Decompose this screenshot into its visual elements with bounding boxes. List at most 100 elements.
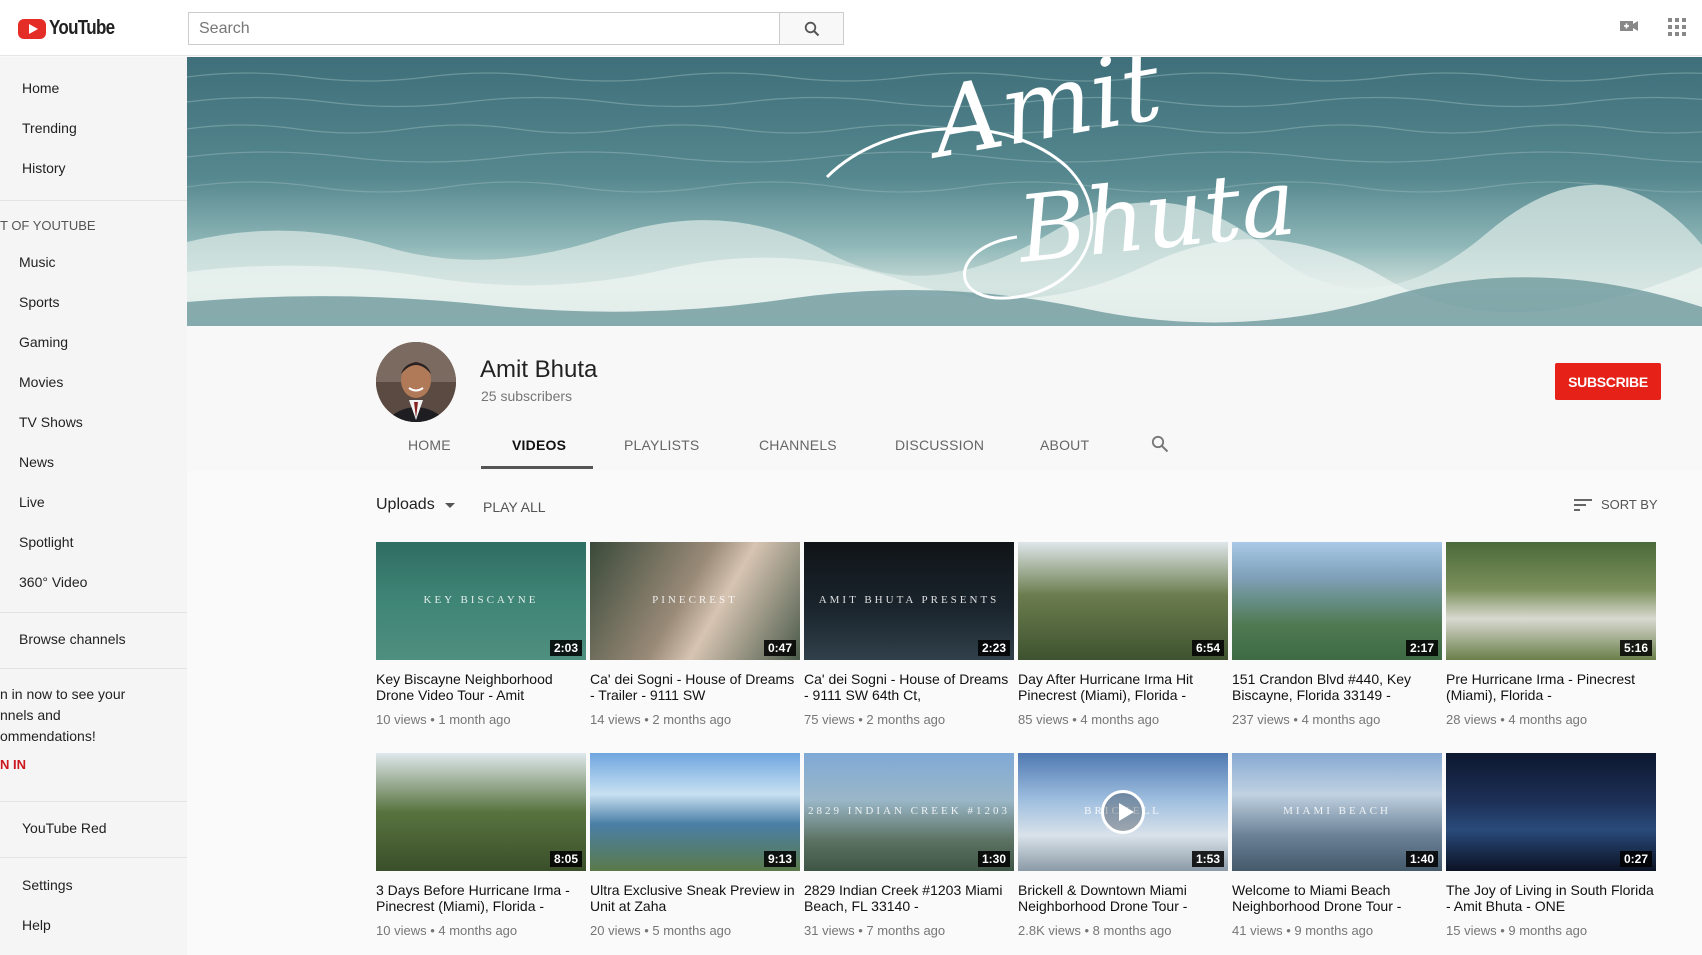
meta-separator: • bbox=[426, 712, 439, 727]
sidebar-item-youtube-red[interactable]: YouTube Red bbox=[22, 820, 107, 836]
video-meta: 237 views • 4 months ago bbox=[1232, 712, 1442, 727]
video-card[interactable]: PINECREST 0:47 Ca' dei Sogni - House of Dr… bbox=[590, 542, 800, 727]
tab-channels[interactable]: CHANNELS bbox=[759, 437, 837, 453]
video-title[interactable]: Ca' dei Sogni - House of Dreams - 9111 S… bbox=[804, 671, 1014, 703]
video-card[interactable]: BRICKELL 1:53 Brickell & Downtown Miami Ne… bbox=[1018, 753, 1228, 938]
view-count: 10 views bbox=[376, 923, 427, 938]
sidebar-item-360-video[interactable]: 360° Video bbox=[19, 574, 87, 590]
uploads-label: Uploads bbox=[376, 496, 435, 513]
video-thumbnail[interactable]: AMIT BHUTA PRESENTS 2:23 bbox=[804, 542, 1014, 660]
video-title[interactable]: The Joy of Living in South Florida - Ami… bbox=[1446, 882, 1656, 914]
view-count: 14 views bbox=[590, 712, 641, 727]
video-card[interactable]: 5:16 Pre Hurricane Irma - Pinecrest (Miam… bbox=[1446, 542, 1656, 727]
video-thumbnail[interactable]: KEY BISCAYNE 2:03 bbox=[376, 542, 586, 660]
video-duration: 0:47 bbox=[763, 640, 796, 656]
video-title[interactable]: Pre Hurricane Irma - Pinecrest (Miami), … bbox=[1446, 671, 1656, 703]
tab-about[interactable]: ABOUT bbox=[1040, 437, 1089, 453]
video-thumbnail[interactable]: MIAMI BEACH 1:40 bbox=[1232, 753, 1442, 871]
signin-link[interactable]: N IN bbox=[0, 757, 26, 772]
video-title[interactable]: Ultra Exclusive Sneak Preview in Unit at… bbox=[590, 882, 800, 914]
video-title[interactable]: Ca' dei Sogni - House of Dreams - Traile… bbox=[590, 671, 800, 703]
video-card[interactable]: 2:17 151 Crandon Blvd #440, Key Biscayne,… bbox=[1232, 542, 1442, 727]
sidebar-divider bbox=[0, 801, 187, 802]
sidebar-item-trending[interactable]: Trending bbox=[22, 120, 77, 136]
video-title[interactable]: Welcome to Miami Beach Neighborhood Dron… bbox=[1232, 882, 1442, 914]
avatar-portrait-icon bbox=[376, 342, 456, 422]
sidebar-item-music[interactable]: Music bbox=[19, 254, 56, 270]
sidebar-item-history[interactable]: History bbox=[22, 160, 66, 176]
video-meta: 41 views • 9 months ago bbox=[1232, 923, 1442, 938]
video-thumbnail[interactable]: 9:13 bbox=[590, 753, 800, 871]
video-card[interactable]: 9:13 Ultra Exclusive Sneak Preview in Uni… bbox=[590, 753, 800, 938]
video-title[interactable]: 2829 Indian Creek #1203 Miami Beach, FL … bbox=[804, 882, 1014, 914]
video-thumbnail[interactable]: 0:27 bbox=[1446, 753, 1656, 871]
meta-separator: • bbox=[640, 712, 653, 727]
sidebar-item-tv-shows[interactable]: TV Shows bbox=[19, 414, 83, 430]
youtube-logo[interactable]: YouTube bbox=[18, 17, 126, 40]
channel-avatar[interactable] bbox=[376, 342, 456, 422]
video-card[interactable]: MIAMI BEACH 1:40 Welcome to Miami Beach Ne… bbox=[1232, 753, 1442, 938]
upload-video-icon[interactable] bbox=[1619, 18, 1639, 39]
sidebar-item-sports[interactable]: Sports bbox=[19, 294, 59, 310]
uploads-dropdown[interactable]: Uploads bbox=[376, 496, 455, 514]
video-thumbnail[interactable]: PINECREST 0:47 bbox=[590, 542, 800, 660]
channel-banner: Amit Bhuta bbox=[187, 57, 1702, 326]
sidebar-item-settings[interactable]: Settings bbox=[22, 877, 73, 893]
upload-age: 9 months ago bbox=[1294, 923, 1374, 938]
dropdown-caret-icon bbox=[444, 502, 455, 508]
video-title[interactable]: 3 Days Before Hurricane Irma - Pinecrest… bbox=[376, 882, 586, 914]
meta-separator: • bbox=[1282, 923, 1295, 938]
video-thumbnail[interactable]: 5:16 bbox=[1446, 542, 1656, 660]
video-title[interactable]: Day After Hurricane Irma Hit Pinecrest (… bbox=[1018, 671, 1228, 703]
signin-prompt-line: n in now to see your bbox=[0, 686, 126, 702]
tab-videos[interactable]: VIDEOS bbox=[512, 437, 566, 453]
meta-separator: • bbox=[1496, 712, 1509, 727]
upload-age: 8 months ago bbox=[1092, 923, 1172, 938]
video-title[interactable]: Brickell & Downtown Miami Neighborhood D… bbox=[1018, 882, 1228, 914]
upload-age: 2 months ago bbox=[652, 712, 732, 727]
tab-home[interactable]: HOME bbox=[408, 437, 451, 453]
meta-separator: • bbox=[854, 923, 867, 938]
video-thumbnail[interactable]: 2:17 bbox=[1232, 542, 1442, 660]
video-duration: 2:17 bbox=[1405, 640, 1438, 656]
logo-wordmark: YouTube bbox=[49, 17, 115, 39]
video-card[interactable]: AMIT BHUTA PRESENTS 2:23 Ca' dei Sogni - H… bbox=[804, 542, 1014, 727]
video-thumbnail[interactable]: 8:05 bbox=[376, 753, 586, 871]
video-title[interactable]: 151 Crandon Blvd #440, Key Biscayne, Flo… bbox=[1232, 671, 1442, 703]
video-duration: 5:16 bbox=[1619, 640, 1652, 656]
video-thumbnail[interactable]: BRICKELL 1:53 bbox=[1018, 753, 1228, 871]
search-button[interactable] bbox=[779, 13, 843, 44]
sidebar-item-home[interactable]: Home bbox=[22, 80, 59, 96]
sidebar-item-news[interactable]: News bbox=[19, 454, 54, 470]
view-count: 75 views bbox=[804, 712, 855, 727]
sidebar-divider bbox=[0, 200, 187, 201]
video-card[interactable]: 8:05 3 Days Before Hurricane Irma - Pinec… bbox=[376, 753, 586, 938]
video-card[interactable]: 2829 INDIAN CREEK #1203 1:30 2829 Indian C… bbox=[804, 753, 1014, 938]
video-duration: 9:13 bbox=[763, 851, 796, 867]
sidebar-item-movies[interactable]: Movies bbox=[19, 374, 63, 390]
sort-by-button[interactable]: SORT BY bbox=[1574, 497, 1658, 512]
channel-search-icon[interactable] bbox=[1151, 435, 1169, 458]
sidebar-item-browse-channels[interactable]: Browse channels bbox=[19, 631, 126, 647]
video-card[interactable]: KEY BISCAYNE 2:03 Key Biscayne Neighborhoo… bbox=[376, 542, 586, 727]
tab-playlists[interactable]: PLAYLISTS bbox=[624, 437, 699, 453]
subscribe-button[interactable]: SUBSCRIBE bbox=[1555, 363, 1661, 400]
sidebar-item-spotlight[interactable]: Spotlight bbox=[19, 534, 73, 550]
sidebar-item-live[interactable]: Live bbox=[19, 494, 45, 510]
signin-prompt-line: nnels and bbox=[0, 707, 61, 723]
video-thumbnail[interactable]: 6:54 bbox=[1018, 542, 1228, 660]
video-title[interactable]: Key Biscayne Neighborhood Drone Video To… bbox=[376, 671, 586, 703]
play-all-button[interactable]: PLAY ALL bbox=[483, 499, 546, 515]
sidebar-item-gaming[interactable]: Gaming bbox=[19, 334, 68, 350]
video-card[interactable]: 6:54 Day After Hurricane Irma Hit Pinecre… bbox=[1018, 542, 1228, 727]
sidebar-section-title: T OF YOUTUBE bbox=[0, 218, 96, 233]
upload-age: 4 months ago bbox=[438, 923, 518, 938]
upload-age: 4 months ago bbox=[1508, 712, 1588, 727]
video-card[interactable]: 0:27 The Joy of Living in South Florida -… bbox=[1446, 753, 1656, 938]
tab-discussion[interactable]: DISCUSSION bbox=[895, 437, 984, 453]
thumbnail-overlay-text: PINECREST bbox=[652, 594, 738, 606]
apps-grid-icon[interactable] bbox=[1668, 18, 1686, 41]
video-thumbnail[interactable]: 2829 INDIAN CREEK #1203 1:30 bbox=[804, 753, 1014, 871]
sidebar-item-help[interactable]: Help bbox=[22, 917, 51, 933]
search-input[interactable] bbox=[189, 13, 779, 44]
